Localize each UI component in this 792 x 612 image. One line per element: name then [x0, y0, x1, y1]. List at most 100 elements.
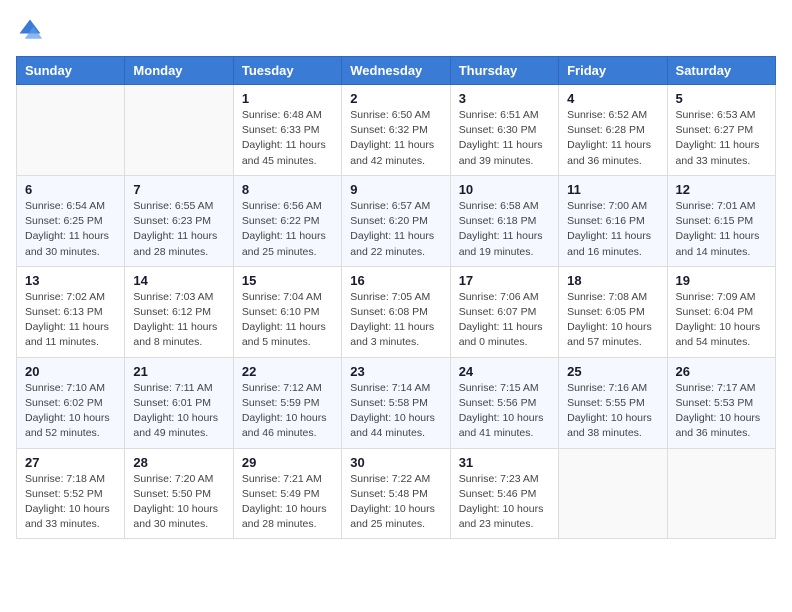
calendar-cell: 8 Sunrise: 6:56 AM Sunset: 6:22 PM Daylig… — [233, 175, 341, 266]
day-number: 1 — [242, 91, 333, 106]
day-info: Sunrise: 7:02 AM Sunset: 6:13 PM Dayligh… — [25, 290, 116, 351]
day-info: Sunrise: 7:01 AM Sunset: 6:15 PM Dayligh… — [676, 199, 767, 260]
calendar-cell: 4Sunrise: 6:52 AM Sunset: 6:28 PM Daylig… — [559, 85, 667, 176]
day-info: Sunrise: 7:03 AM Sunset: 6:12 PM Dayligh… — [133, 290, 224, 351]
calendar-cell: 18 Sunrise: 7:08 AM Sunset: 6:05 PM Dayli… — [559, 266, 667, 357]
calendar-cell: 30Sunrise: 7:22 AM Sunset: 5:48 PM Dayli… — [342, 448, 450, 539]
day-number: 24 — [459, 364, 550, 379]
calendar-week-row: 20 Sunrise: 7:10 AM Sunset: 6:02 PM Dayli… — [17, 357, 776, 448]
day-number: 22 — [242, 364, 333, 379]
calendar-cell: 25Sunrise: 7:16 AM Sunset: 5:55 PM Dayli… — [559, 357, 667, 448]
day-number: 8 — [242, 182, 333, 197]
day-info: Sunrise: 6:53 AM Sunset: 6:27 PM Dayligh… — [676, 108, 767, 169]
day-info: Sunrise: 7:10 AM Sunset: 6:02 PM Dayligh… — [25, 381, 116, 442]
calendar-cell: 14 Sunrise: 7:03 AM Sunset: 6:12 PM Dayli… — [125, 266, 233, 357]
day-number: 20 — [25, 364, 116, 379]
day-number: 9 — [350, 182, 441, 197]
day-number: 12 — [676, 182, 767, 197]
weekday-header: Friday — [559, 57, 667, 85]
calendar-week-row: 13Sunrise: 7:02 AM Sunset: 6:13 PM Dayli… — [17, 266, 776, 357]
day-number: 15 — [242, 273, 333, 288]
day-number: 26 — [676, 364, 767, 379]
calendar-week-row: 1 Sunrise: 6:48 AM Sunset: 6:33 PM Daylig… — [17, 85, 776, 176]
calendar-week-row: 27Sunrise: 7:18 AM Sunset: 5:52 PM Dayli… — [17, 448, 776, 539]
calendar-cell: 24Sunrise: 7:15 AM Sunset: 5:56 PM Dayli… — [450, 357, 558, 448]
calendar-cell: 1 Sunrise: 6:48 AM Sunset: 6:33 PM Daylig… — [233, 85, 341, 176]
day-number: 17 — [459, 273, 550, 288]
calendar-cell: 23 Sunrise: 7:14 AM Sunset: 5:58 PM Dayli… — [342, 357, 450, 448]
day-number: 19 — [676, 273, 767, 288]
day-number: 7 — [133, 182, 224, 197]
day-info: Sunrise: 6:57 AM Sunset: 6:20 PM Dayligh… — [350, 199, 441, 260]
calendar-cell: 26 Sunrise: 7:17 AM Sunset: 5:53 PM Dayli… — [667, 357, 775, 448]
calendar-cell — [17, 85, 125, 176]
day-info: Sunrise: 6:54 AM Sunset: 6:25 PM Dayligh… — [25, 199, 116, 260]
calendar-cell — [559, 448, 667, 539]
calendar-table: SundayMondayTuesdayWednesdayThursdayFrid… — [16, 56, 776, 539]
calendar-cell: 27Sunrise: 7:18 AM Sunset: 5:52 PM Dayli… — [17, 448, 125, 539]
day-info: Sunrise: 6:56 AM Sunset: 6:22 PM Dayligh… — [242, 199, 333, 260]
weekday-header: Monday — [125, 57, 233, 85]
calendar-cell: 29 Sunrise: 7:21 AM Sunset: 5:49 PM Dayli… — [233, 448, 341, 539]
weekday-header: Saturday — [667, 57, 775, 85]
calendar-cell: 17 Sunrise: 7:06 AM Sunset: 6:07 PM Dayli… — [450, 266, 558, 357]
day-info: Sunrise: 7:04 AM Sunset: 6:10 PM Dayligh… — [242, 290, 333, 351]
calendar-cell: 19 Sunrise: 7:09 AM Sunset: 6:04 PM Dayli… — [667, 266, 775, 357]
calendar-cell — [667, 448, 775, 539]
weekday-header: Sunday — [17, 57, 125, 85]
day-info: Sunrise: 7:14 AM Sunset: 5:58 PM Dayligh… — [350, 381, 441, 442]
calendar-cell: 13Sunrise: 7:02 AM Sunset: 6:13 PM Dayli… — [17, 266, 125, 357]
weekday-header: Thursday — [450, 57, 558, 85]
day-info: Sunrise: 6:48 AM Sunset: 6:33 PM Dayligh… — [242, 108, 333, 169]
day-number: 11 — [567, 182, 658, 197]
calendar-cell: 10 Sunrise: 6:58 AM Sunset: 6:18 PM Dayli… — [450, 175, 558, 266]
day-info: Sunrise: 6:58 AM Sunset: 6:18 PM Dayligh… — [459, 199, 550, 260]
day-info: Sunrise: 7:20 AM Sunset: 5:50 PM Dayligh… — [133, 472, 224, 533]
weekday-header: Tuesday — [233, 57, 341, 85]
calendar-cell — [125, 85, 233, 176]
day-number: 2 — [350, 91, 441, 106]
day-info: Sunrise: 6:51 AM Sunset: 6:30 PM Dayligh… — [459, 108, 550, 169]
day-number: 3 — [459, 91, 550, 106]
day-info: Sunrise: 7:09 AM Sunset: 6:04 PM Dayligh… — [676, 290, 767, 351]
day-number: 23 — [350, 364, 441, 379]
calendar-cell: 5Sunrise: 6:53 AM Sunset: 6:27 PM Daylig… — [667, 85, 775, 176]
calendar-cell: 9 Sunrise: 6:57 AM Sunset: 6:20 PM Daylig… — [342, 175, 450, 266]
day-info: Sunrise: 6:55 AM Sunset: 6:23 PM Dayligh… — [133, 199, 224, 260]
day-number: 14 — [133, 273, 224, 288]
calendar-cell: 20 Sunrise: 7:10 AM Sunset: 6:02 PM Dayli… — [17, 357, 125, 448]
day-number: 16 — [350, 273, 441, 288]
calendar-cell: 12 Sunrise: 7:01 AM Sunset: 6:15 PM Dayli… — [667, 175, 775, 266]
calendar-cell: 22Sunrise: 7:12 AM Sunset: 5:59 PM Dayli… — [233, 357, 341, 448]
day-info: Sunrise: 7:23 AM Sunset: 5:46 PM Dayligh… — [459, 472, 550, 533]
day-number: 29 — [242, 455, 333, 470]
calendar-cell: 31 Sunrise: 7:23 AM Sunset: 5:46 PM Dayli… — [450, 448, 558, 539]
logo-icon — [16, 16, 44, 44]
day-number: 18 — [567, 273, 658, 288]
day-info: Sunrise: 7:05 AM Sunset: 6:08 PM Dayligh… — [350, 290, 441, 351]
weekday-header-row: SundayMondayTuesdayWednesdayThursdayFrid… — [17, 57, 776, 85]
day-number: 27 — [25, 455, 116, 470]
calendar-body: 1 Sunrise: 6:48 AM Sunset: 6:33 PM Daylig… — [17, 85, 776, 539]
day-info: Sunrise: 7:16 AM Sunset: 5:55 PM Dayligh… — [567, 381, 658, 442]
day-number: 10 — [459, 182, 550, 197]
calendar-header: SundayMondayTuesdayWednesdayThursdayFrid… — [17, 57, 776, 85]
day-info: Sunrise: 7:21 AM Sunset: 5:49 PM Dayligh… — [242, 472, 333, 533]
page-header — [16, 16, 776, 44]
day-number: 28 — [133, 455, 224, 470]
day-number: 30 — [350, 455, 441, 470]
calendar-cell: 2Sunrise: 6:50 AM Sunset: 6:32 PM Daylig… — [342, 85, 450, 176]
calendar-cell: 28 Sunrise: 7:20 AM Sunset: 5:50 PM Dayli… — [125, 448, 233, 539]
day-info: Sunrise: 6:52 AM Sunset: 6:28 PM Dayligh… — [567, 108, 658, 169]
day-info: Sunrise: 7:06 AM Sunset: 6:07 PM Dayligh… — [459, 290, 550, 351]
day-number: 31 — [459, 455, 550, 470]
day-info: Sunrise: 7:11 AM Sunset: 6:01 PM Dayligh… — [133, 381, 224, 442]
calendar-cell: 11Sunrise: 7:00 AM Sunset: 6:16 PM Dayli… — [559, 175, 667, 266]
day-number: 6 — [25, 182, 116, 197]
calendar-cell: 16 Sunrise: 7:05 AM Sunset: 6:08 PM Dayli… — [342, 266, 450, 357]
calendar-cell: 7 Sunrise: 6:55 AM Sunset: 6:23 PM Daylig… — [125, 175, 233, 266]
weekday-header: Wednesday — [342, 57, 450, 85]
day-info: Sunrise: 7:17 AM Sunset: 5:53 PM Dayligh… — [676, 381, 767, 442]
calendar-week-row: 6 Sunrise: 6:54 AM Sunset: 6:25 PM Daylig… — [17, 175, 776, 266]
day-info: Sunrise: 7:08 AM Sunset: 6:05 PM Dayligh… — [567, 290, 658, 351]
